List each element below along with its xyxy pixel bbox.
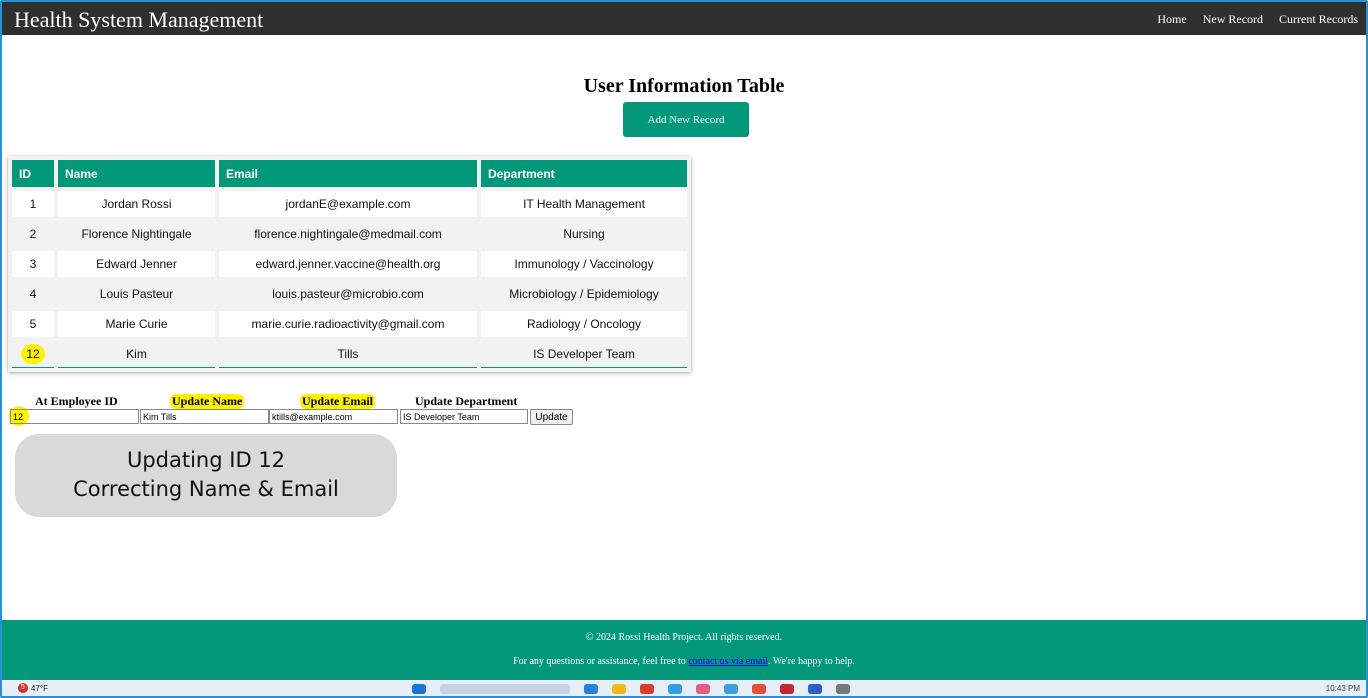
employee-id-input[interactable] xyxy=(10,409,139,424)
app-icon[interactable] xyxy=(780,684,794,694)
cell-id: 5 xyxy=(12,311,54,337)
cell-name: Florence Nightingale xyxy=(58,221,215,247)
label-update-name: Update Name xyxy=(170,394,245,409)
page-footer: © 2024 Rossi Health Project. All rights … xyxy=(2,620,1366,680)
column-header-department: Department xyxy=(481,160,687,187)
table-row: 2 Florence Nightingale florence.nighting… xyxy=(12,221,687,247)
start-icon[interactable] xyxy=(412,684,426,694)
footer-copyright: © 2024 Rossi Health Project. All rights … xyxy=(585,632,783,643)
cell-id: 3 xyxy=(12,251,54,277)
weather-temperature: 47°F xyxy=(31,683,48,693)
column-header-name: Name xyxy=(58,160,215,187)
cell-email: marie.curie.radioactivity@gmail.com xyxy=(219,311,477,337)
nav-current-records-link[interactable]: Current Records xyxy=(1279,12,1358,27)
column-header-id: ID xyxy=(12,160,54,187)
table-row: 3 Edward Jenner edward.jenner.vaccine@he… xyxy=(12,251,687,277)
cell-id: 4 xyxy=(12,281,54,307)
taskbar-clock: 10:43 PM xyxy=(1325,684,1360,693)
page-title: User Information Table xyxy=(583,75,785,98)
column-header-email: Email xyxy=(219,160,477,187)
search-icon[interactable] xyxy=(440,684,570,694)
table-row: 12 Kim Tills IS Developer Team xyxy=(12,341,687,368)
cell-name: Kim xyxy=(58,341,215,368)
top-navbar: Health System Management Home New Record… xyxy=(2,2,1366,35)
contact-email-link[interactable]: contact us via email xyxy=(688,656,768,667)
cell-id: 1 xyxy=(12,191,54,217)
user-information-table: ID Name Email Department 1 Jordan Rossi … xyxy=(8,156,691,372)
cell-department: Microbiology / Epidemiology xyxy=(481,281,687,307)
app-icon[interactable] xyxy=(836,684,850,694)
app-icon[interactable] xyxy=(752,684,766,694)
update-email-input[interactable] xyxy=(269,409,398,424)
cell-department: IS Developer Team xyxy=(481,341,687,368)
app-icon[interactable] xyxy=(808,684,822,694)
nav-home-link[interactable]: Home xyxy=(1157,12,1186,27)
table-row: 1 Jordan Rossi jordanE@example.com IT He… xyxy=(12,191,687,217)
table-row: 5 Marie Curie marie.curie.radioactivity@… xyxy=(12,311,687,337)
notification-badge: 5 xyxy=(18,683,28,693)
cell-department: IT Health Management xyxy=(481,191,687,217)
folder-icon[interactable] xyxy=(612,684,626,694)
footer-help-suffix: . We're happy to help. xyxy=(768,656,855,667)
cell-id: 2 xyxy=(12,221,54,247)
browser-icon[interactable] xyxy=(640,684,654,694)
cell-department: Radiology / Oncology xyxy=(481,311,687,337)
cell-email: edward.jenner.vaccine@health.org xyxy=(219,251,477,277)
cell-name: Marie Curie xyxy=(58,311,215,337)
cell-name: Edward Jenner xyxy=(58,251,215,277)
footer-help-prefix: For any questions or assistance, feel fr… xyxy=(513,656,689,667)
add-new-record-button[interactable]: Add New Record xyxy=(623,102,749,137)
main-nav: Home New Record Current Records xyxy=(1157,12,1358,27)
footer-help-text: For any questions or assistance, feel fr… xyxy=(2,656,1366,667)
cell-email: jordanE@example.com xyxy=(219,191,477,217)
cell-email: Tills xyxy=(219,341,477,368)
os-taskbar: 5 47°F 10:43 PM xyxy=(2,680,1366,696)
annotation-callout: Updating ID 12 Correcting Name & Email xyxy=(15,434,397,517)
nav-new-record-link[interactable]: New Record xyxy=(1203,12,1263,27)
label-update-email: Update Email xyxy=(300,394,376,409)
cell-id: 12 xyxy=(12,341,54,368)
annotation-line-1: Updating ID 12 xyxy=(126,448,286,472)
app-icon[interactable] xyxy=(696,684,710,694)
update-button[interactable]: Update xyxy=(530,409,573,425)
table-row: 4 Louis Pasteur louis.pasteur@microbio.c… xyxy=(12,281,687,307)
cell-name: Jordan Rossi xyxy=(58,191,215,217)
app-icon[interactable] xyxy=(584,684,598,694)
app-title: Health System Management xyxy=(14,7,264,32)
cell-email: florence.nightingale@medmail.com xyxy=(219,221,477,247)
taskbar-apps xyxy=(412,684,850,694)
cell-department: Immunology / Vaccinology xyxy=(481,251,687,277)
weather-widget[interactable]: 5 47°F xyxy=(18,683,48,693)
label-employee-id: At Employee ID xyxy=(35,394,118,408)
cell-department: Nursing xyxy=(481,221,687,247)
update-department-input[interactable] xyxy=(400,409,528,424)
annotation-line-2: Correcting Name & Email xyxy=(73,477,339,501)
edge-icon[interactable] xyxy=(668,684,682,694)
cell-name: Louis Pasteur xyxy=(58,281,215,307)
table-header-row: ID Name Email Department xyxy=(12,160,687,187)
app-icon[interactable] xyxy=(724,684,738,694)
label-update-department: Update Department xyxy=(415,394,518,408)
cell-email: louis.pasteur@microbio.com xyxy=(219,281,477,307)
id-highlight: 12 xyxy=(21,344,45,364)
update-name-input[interactable] xyxy=(140,409,269,424)
